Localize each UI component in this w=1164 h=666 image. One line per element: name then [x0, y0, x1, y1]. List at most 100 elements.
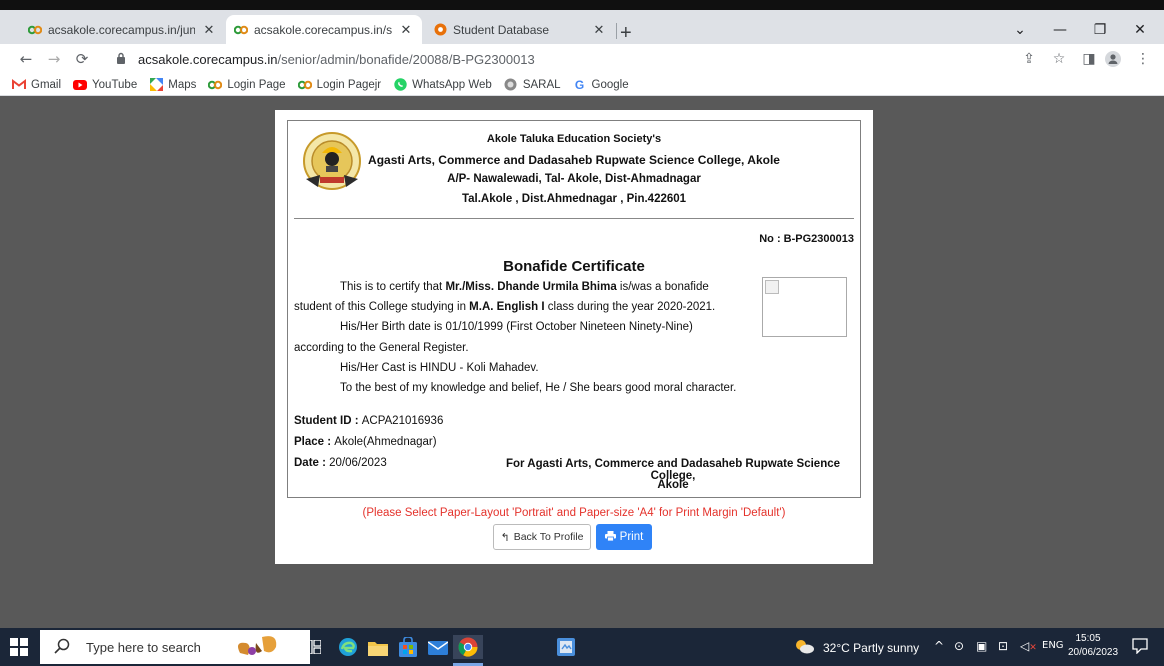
tab-title: acsakole.corecampus.in/senior/a [254, 22, 392, 37]
corecampus-icon [234, 23, 248, 37]
tab-senior[interactable]: acsakole.corecampus.in/senior/a ✕ [226, 15, 422, 44]
tab-student-database[interactable]: Student Database ✕ [425, 15, 615, 44]
youtube-icon [73, 78, 88, 92]
minimize-button[interactable]: — [1040, 22, 1080, 38]
certificate-line-3: His/Her Birth date is 01/10/1999 (First … [340, 321, 693, 333]
print-notice: (Please Select Paper-Layout 'Portrait' a… [362, 507, 786, 519]
bookmark-maps[interactable]: Maps [149, 78, 196, 92]
network-icon[interactable]: ⊡ [998, 639, 1008, 653]
bookmark-login-page[interactable]: Login Page [208, 78, 286, 92]
maps-icon [149, 78, 163, 92]
bookmark-login-pagejr[interactable]: Login Pagejr [297, 78, 381, 92]
certificate-line-5: His/Her Cast is HINDU - Koli Mahadev. [340, 362, 539, 374]
college-name: Agasti Arts, Commerce and Dadasaheb Rupw… [368, 153, 780, 167]
bookmark-whatsapp[interactable]: WhatsApp Web [393, 78, 492, 92]
corecampus-icon [208, 78, 223, 92]
tab-title: acsakole.corecampus.in/junior/a [48, 22, 195, 37]
close-window-button[interactable]: ✕ [1120, 22, 1160, 38]
menu-dots-icon[interactable]: ⋮ [1134, 50, 1152, 68]
certificate-line-6: To the best of my knowledge and belief, … [340, 382, 737, 394]
tab-search-icon[interactable]: ⌄ [1000, 22, 1040, 38]
chrome-icon[interactable] [453, 635, 483, 659]
address-bar[interactable]: acsakole.corecampus.in/senior/admin/bona… [100, 47, 1050, 71]
place: Place : Akole(Ahmednagar) [294, 436, 437, 448]
student-database-icon [433, 23, 447, 37]
share-icon[interactable]: ⇪ [1020, 50, 1038, 68]
meet-now-icon[interactable]: ⊙ [954, 639, 964, 653]
certificate-line-2: student of this College studying in M.A.… [294, 301, 716, 313]
weather-widget[interactable]: 32°C Partly sunny [793, 638, 919, 657]
broken-image-icon [765, 280, 779, 294]
edge-icon[interactable] [336, 635, 360, 659]
student-name: Mr./Miss. Dhande Urmila Bhima [445, 281, 617, 293]
search-highlight-butterfly-icon[interactable] [232, 635, 288, 659]
student-id: Student ID : ACPA21016936 [294, 415, 444, 427]
class-name: M.A. English I [469, 301, 545, 313]
profile-avatar-icon[interactable] [1104, 50, 1122, 68]
whatsapp-icon [393, 78, 407, 92]
certificate-line-4: according to the General Register. [294, 342, 469, 354]
close-icon[interactable]: ✕ [398, 22, 414, 38]
new-tab-button[interactable]: + [620, 23, 632, 43]
window-top-strip [0, 0, 1164, 10]
browser-toolbar: ← → ⟳ acsakole.corecampus.in/senior/admi… [0, 44, 1164, 74]
restore-button[interactable]: ❐ [1080, 22, 1120, 38]
bookmarks-bar: Gmail YouTube Maps Login Page Login Page… [0, 74, 1164, 96]
bookmark-gmail[interactable]: Gmail [12, 78, 61, 92]
tab-separator [616, 23, 617, 39]
corecampus-icon [297, 78, 312, 92]
task-view-icon[interactable] [302, 635, 326, 659]
bookmark-saral[interactable]: SARAL [504, 78, 561, 92]
bookmark-star-icon[interactable]: ☆ [1050, 50, 1068, 68]
url-path: /senior/admin/bonafide/20088/B-PG2300013 [277, 51, 535, 67]
back-arrow-icon[interactable]: ← [16, 50, 36, 68]
bookmark-google[interactable]: G Google [573, 78, 629, 92]
language-indicator[interactable]: ENG [1042, 640, 1064, 651]
speaker-muted-icon[interactable]: ◁✕ [1020, 639, 1037, 653]
mail-icon[interactable] [426, 635, 450, 659]
microsoft-store-icon[interactable] [396, 635, 420, 659]
saral-icon [504, 78, 518, 92]
windows-taskbar: Type here to search 32°C Partly sunny ^ … [0, 628, 1164, 666]
back-to-profile-button[interactable]: ↰ Back To Profile [493, 524, 591, 550]
forward-arrow-icon[interactable]: → [44, 50, 64, 68]
certificate-number: No : B-PG2300013 [759, 233, 854, 245]
certificate-frame: Akole Taluka Education Society's Agasti … [287, 120, 861, 498]
page-viewport: Akole Taluka Education Society's Agasti … [0, 96, 1164, 628]
corecampus-icon [28, 23, 42, 37]
issue-date: Date : 20/06/2023 [294, 457, 387, 469]
display-icon[interactable]: ▣ [976, 639, 987, 653]
reply-arrow-icon: ↰ [500, 531, 510, 544]
windows-start-icon[interactable] [10, 638, 28, 656]
tab-title: Student Database [453, 22, 550, 37]
reload-icon[interactable]: ⟳ [72, 50, 92, 68]
college-address-line1: A/P- Nawalewadi, Tal- Akole, Dist-Ahmadn… [447, 173, 701, 185]
print-button[interactable]: Print [596, 524, 652, 550]
tab-junior[interactable]: acsakole.corecampus.in/junior/a ✕ [20, 15, 225, 44]
society-name: Akole Taluka Education Society's [486, 133, 662, 145]
header-divider [294, 218, 854, 219]
notification-icon[interactable] [1132, 638, 1148, 655]
lock-icon [116, 52, 130, 67]
certificate-line-1: This is to certify that Mr./Miss. Dhande… [340, 281, 709, 293]
bookmark-youtube[interactable]: YouTube [73, 78, 137, 92]
partly-sunny-icon [793, 638, 815, 657]
certificate-page: Akole Taluka Education Society's Agasti … [275, 110, 873, 564]
url-host: acsakole.corecampus.in [138, 51, 278, 67]
close-icon[interactable]: ✕ [591, 22, 607, 38]
tab-bar: acsakole.corecampus.in/junior/a ✕ acsako… [0, 10, 1164, 44]
chevron-up-icon[interactable]: ^ [934, 639, 944, 653]
gmail-icon [12, 78, 26, 92]
certificate-title: Bonafide Certificate [503, 258, 645, 275]
file-explorer-icon[interactable] [366, 635, 390, 659]
app-window-icon[interactable] [554, 635, 578, 659]
system-clock[interactable]: 15:05 20/06/2023 [1068, 632, 1118, 660]
student-photo [762, 277, 847, 337]
close-icon[interactable]: ✕ [201, 22, 217, 38]
college-address-line2: Tal.Akole , Dist.Ahmednagar , Pin.422601 [461, 193, 687, 205]
google-icon: G [574, 77, 585, 92]
signature-line-2: Akole [657, 479, 689, 491]
side-panel-icon[interactable]: ◨ [1080, 50, 1098, 68]
printer-icon [604, 530, 616, 544]
search-icon [54, 638, 76, 657]
